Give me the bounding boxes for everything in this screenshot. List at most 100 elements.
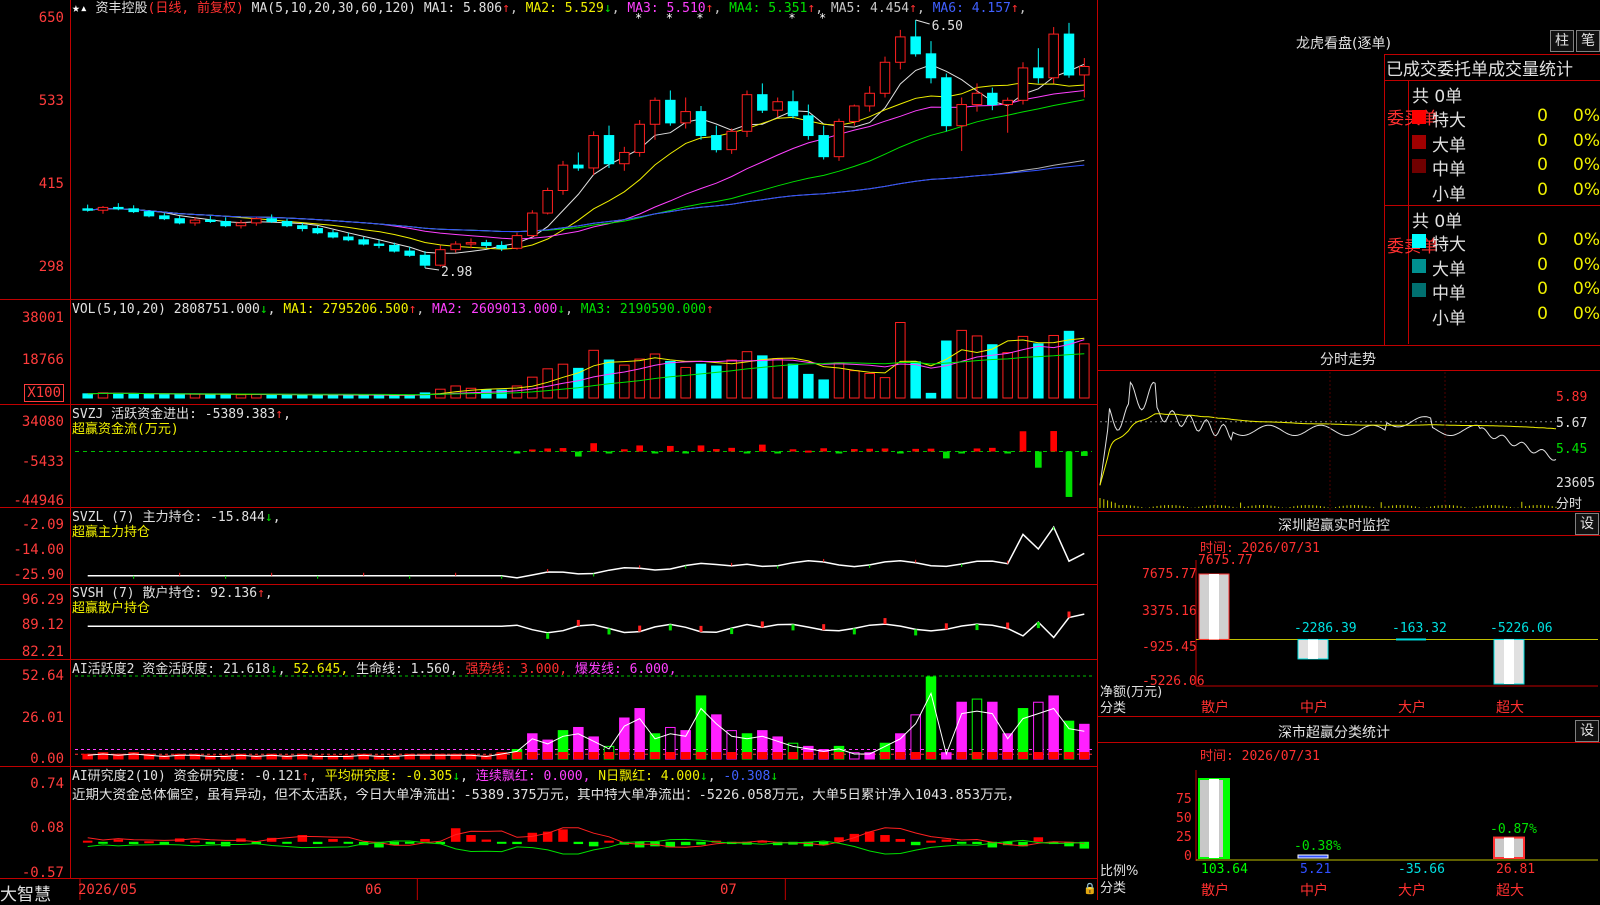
volume-bar	[143, 393, 155, 399]
candle-body	[511, 235, 523, 249]
candle-body	[726, 130, 737, 151]
candle-body	[803, 115, 814, 137]
candle-body	[1017, 67, 1029, 101]
ai2-bar	[680, 841, 691, 846]
sep: ,	[611, 1, 620, 16]
ai2-v2: 平均研究度: -0.305	[324, 769, 453, 784]
svsh-tick	[760, 621, 764, 628]
svzj-bar	[759, 444, 766, 452]
svsh-line	[87, 613, 1085, 639]
ai2-y-tick: 0.74	[30, 776, 64, 792]
svzj-y-tick: 34080	[21, 414, 64, 430]
ai2-bar	[282, 841, 292, 844]
ai2-bar	[910, 841, 921, 846]
ai2-bar	[82, 840, 93, 843]
szm-bar-highlight	[1308, 639, 1318, 659]
ai1-base	[1079, 752, 1090, 759]
ai2-bar	[420, 838, 430, 842]
svzj-bar	[697, 445, 705, 452]
ma-value-5: MA5: 4.454	[823, 1, 910, 16]
ai1-base	[726, 752, 737, 759]
vol-value: 2808751.000	[173, 302, 260, 317]
ai1-v3: 生命线: 1.560,	[356, 662, 458, 677]
svzl-y-tick: -14.00	[13, 542, 64, 558]
candle-body	[435, 249, 446, 266]
lock-icon[interactable]: 🔒	[1083, 882, 1097, 895]
szs-bar-edge	[1223, 779, 1229, 858]
candle-body	[941, 77, 952, 127]
ai1-base	[1018, 752, 1028, 759]
ai1-base	[634, 752, 645, 759]
ai1-base	[696, 752, 706, 759]
volume-bar	[419, 392, 431, 399]
kline-area[interactable]: 6.50 2.98 * * * * * ★▴ 资丰控股(日线, 前复权) MA(5,10,2…	[0, 0, 1097, 905]
right-svg	[1099, 372, 1598, 861]
ma-line-5	[87, 159, 1085, 233]
volume-bar	[864, 372, 875, 399]
main-y-tick: 650	[38, 10, 64, 26]
svzj-y-tick: -44946	[13, 493, 64, 509]
candle-body	[297, 225, 308, 230]
candle-body	[1033, 67, 1044, 79]
svsh-tick	[883, 618, 887, 625]
sep: ,	[1018, 1, 1027, 16]
volume-bar	[220, 394, 231, 399]
ai2-bar	[343, 841, 354, 844]
svzj-bar	[529, 449, 536, 452]
ai1-base	[512, 752, 522, 759]
ai1-base	[665, 752, 676, 759]
volume-bar	[281, 394, 293, 399]
svzj-bar	[943, 451, 950, 459]
volume-bar	[726, 359, 737, 399]
ai1-bar	[987, 701, 998, 760]
svzj-bar	[605, 451, 613, 454]
svzj-bar	[774, 451, 781, 454]
ai2-bar	[895, 838, 906, 842]
x-tick: 2026/05	[78, 882, 138, 898]
ai1-base	[895, 752, 906, 759]
szm-bar	[1396, 638, 1426, 641]
candle-body	[787, 101, 799, 117]
candle-body	[389, 244, 400, 252]
ma-arrow: ↑	[909, 1, 917, 16]
candle-body	[373, 243, 385, 246]
volume-bar	[987, 344, 998, 399]
ai2-bar	[481, 839, 492, 842]
vol-header: VOL(5,10,20) 2808751.000 ↓, MA1: 2795206.…	[72, 302, 714, 317]
candle-body	[695, 111, 707, 137]
volume-bar	[680, 366, 691, 399]
stock-title[interactable]: 资丰控股	[95, 1, 147, 16]
ai2-bar	[512, 841, 522, 845]
vol-unit-button[interactable]: X100	[24, 384, 64, 402]
ai1-base	[619, 752, 630, 759]
ma-arrow: ↑	[502, 1, 510, 16]
ma-value-3: MA3: 5.510	[619, 1, 706, 16]
ma-spec: MA(5,10,20,30,60,120)	[251, 1, 417, 16]
svzj-bar	[713, 449, 720, 452]
ma-value-1: MA1: 5.806	[423, 1, 503, 16]
svzj-bar	[590, 443, 597, 452]
volume-bar	[297, 394, 308, 399]
candle-body	[649, 99, 661, 125]
candle-body	[481, 242, 492, 246]
volume-bar	[695, 363, 707, 399]
ai1-bar	[634, 708, 645, 760]
x-tick: 07	[720, 882, 737, 898]
kline-svg: 6.502.98* * * * *	[75, 11, 1092, 900]
ai2-v4: N日飘红: 4.000	[598, 769, 700, 784]
main-y-tick: 298	[38, 259, 64, 275]
svzj-bar	[636, 445, 643, 452]
candle-body	[542, 190, 553, 214]
star-icon[interactable]: ★	[72, 1, 80, 16]
candle-body	[1079, 66, 1090, 76]
candle-body	[419, 254, 431, 266]
ai2-bar	[604, 840, 614, 843]
candle-body	[527, 212, 538, 237]
candle-body	[143, 211, 155, 217]
ai2-bar	[880, 835, 890, 842]
svzj-bar	[989, 447, 996, 452]
ai1-base	[880, 752, 890, 759]
svzj-bar	[513, 451, 521, 454]
candle-body	[634, 123, 645, 153]
svsh-tick	[607, 628, 611, 635]
